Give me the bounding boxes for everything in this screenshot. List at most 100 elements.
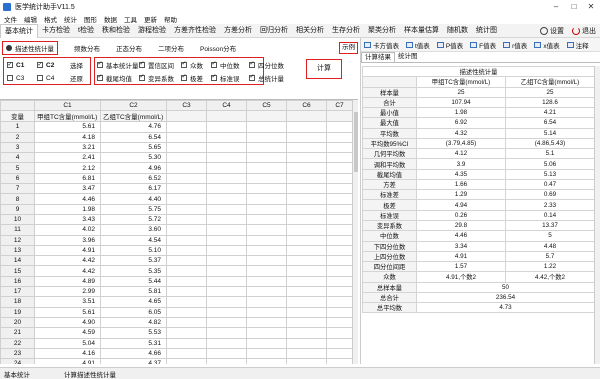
grid-cell[interactable] [206, 244, 247, 257]
grid-cell[interactable]: 5.81 [100, 286, 167, 298]
tab-regression[interactable]: 回归分析 [256, 24, 292, 38]
grid-cell[interactable] [166, 152, 207, 164]
grid-cell[interactable] [246, 162, 287, 174]
grid-cell[interactable] [206, 306, 247, 318]
grid-cell[interactable]: 2.12 [34, 162, 101, 174]
grid-cell[interactable]: 5.61 [34, 121, 101, 133]
grid-cell[interactable] [166, 234, 207, 246]
tab-sample-size[interactable]: 样本量估算 [400, 24, 443, 38]
grid-cell[interactable] [286, 286, 327, 298]
tab-chart[interactable]: 统计图 [472, 24, 501, 38]
results-scrollbar[interactable] [594, 66, 600, 364]
opt-trimmed-mean[interactable]: ✓ 截尾均值 [97, 72, 139, 83]
grid-cell[interactable] [246, 337, 287, 349]
grid-cell[interactable] [206, 183, 247, 195]
tab-cluster[interactable]: 聚类分析 [364, 24, 400, 38]
grid-cell[interactable]: 4.90 [34, 316, 101, 329]
grid-cell[interactable] [166, 213, 207, 226]
checkbox-icon[interactable]: ✓ [211, 61, 217, 68]
grid-cell[interactable]: 5.53 [100, 327, 167, 339]
subtab-normal[interactable]: 正态分布 [116, 43, 142, 53]
grid-cell[interactable] [166, 183, 207, 195]
grid-cell[interactable]: 2.41 [34, 152, 101, 164]
grid-cell[interactable] [206, 162, 247, 174]
grid-cell[interactable]: 3.51 [34, 296, 101, 308]
grid-cell[interactable]: 4.91 [34, 358, 101, 364]
column-c4[interactable]: C4 [37, 72, 54, 84]
grid-cell[interactable] [206, 265, 247, 277]
tab-survival[interactable]: 生存分析 [328, 24, 364, 38]
grid-cell[interactable] [286, 224, 327, 236]
tab-homogeneity[interactable]: 方差齐性检验 [170, 24, 220, 38]
grid-cell[interactable] [326, 286, 353, 298]
menu-tools[interactable]: 工具 [124, 14, 137, 24]
grid-cell[interactable] [246, 193, 287, 205]
checkbox-icon[interactable]: ✓ [139, 61, 145, 68]
grid-cell[interactable]: 6.54 [100, 131, 167, 143]
grid-cell[interactable] [286, 347, 327, 360]
grid-cell[interactable] [286, 183, 327, 195]
grid-cell[interactable] [246, 296, 287, 308]
t-table-button[interactable]: t值表 [406, 40, 430, 50]
grid-cell[interactable]: 4.59 [34, 327, 101, 339]
grid-cell[interactable] [166, 172, 207, 185]
column-header[interactable]: C1 [34, 100, 101, 112]
tab-random[interactable]: 随机数 [443, 24, 472, 38]
tab-stat-chart[interactable]: 统计图 [395, 52, 421, 62]
grid-cell[interactable]: 1.98 [34, 203, 101, 215]
grid-cell[interactable] [206, 193, 247, 205]
grid-cell[interactable]: 4.40 [100, 193, 167, 205]
grid-cell[interactable] [166, 193, 207, 205]
grid-cell[interactable] [326, 255, 353, 267]
opt-ci[interactable]: ✓ 置信区间 [139, 59, 181, 70]
grid-cell[interactable] [206, 152, 247, 164]
grid-cell[interactable]: 3.47 [34, 183, 101, 195]
grid-cell[interactable] [246, 244, 287, 257]
chi-table-button[interactable]: 卡方值表 [364, 40, 399, 50]
grid-cell[interactable] [166, 244, 207, 257]
data-table[interactable]: C1 C2 C3 C4 C5 C6 C7 变量 甲组TC含量(mmol/L) 乙组TC含量(mmo… [0, 100, 353, 364]
grid-cell[interactable]: 6.05 [100, 306, 167, 318]
checkbox-icon[interactable]: ✓ [97, 61, 103, 68]
grid-cell[interactable] [326, 316, 353, 329]
grid-cell[interactable]: 3.21 [34, 141, 101, 154]
grid-cell[interactable] [206, 316, 247, 329]
opt-total[interactable]: ✓ 总统计量 [249, 72, 284, 83]
grid-cell[interactable] [206, 358, 247, 364]
opt-se[interactable]: ✓ 标准误 [211, 72, 245, 83]
grid-cell[interactable]: 4.82 [100, 316, 167, 329]
grid-cell[interactable] [166, 110, 207, 123]
grid-cell[interactable] [286, 110, 327, 123]
f-table-button[interactable]: F值表 [470, 40, 496, 50]
grid-cell[interactable]: 4.91 [34, 244, 101, 257]
grid-cell[interactable] [326, 358, 353, 364]
grid-cell[interactable] [326, 172, 353, 185]
grid-cell[interactable] [326, 152, 353, 164]
grid-cell[interactable]: 4.42 [34, 255, 101, 267]
grid-cell[interactable] [286, 193, 327, 205]
grid-cell[interactable]: 3.96 [34, 234, 101, 246]
grid-cell[interactable] [246, 306, 287, 318]
grid-cell[interactable] [326, 131, 353, 143]
checkbox-icon[interactable]: ✓ [139, 74, 145, 81]
subtab-descriptive[interactable]: 描述性统计量 [2, 41, 58, 55]
tab-chi-square[interactable]: 卡方检验 [38, 24, 74, 38]
opt-mode[interactable]: ✓ 众数 [181, 59, 211, 70]
checkbox-icon[interactable] [37, 75, 43, 81]
grid-cell[interactable] [206, 110, 247, 123]
column-header[interactable]: C3 [166, 100, 207, 112]
column-header[interactable]: C2 [100, 100, 167, 112]
grid-cell[interactable] [326, 183, 353, 195]
column-header[interactable]: C6 [286, 100, 327, 112]
grid-cell[interactable] [166, 224, 207, 236]
opt-range[interactable]: ✓ 极差 [181, 72, 211, 83]
grid-cell[interactable] [286, 275, 327, 288]
column-header[interactable]: C4 [206, 100, 247, 112]
grid-cell[interactable] [286, 162, 327, 174]
checkbox-icon[interactable]: ✓ [249, 74, 255, 81]
checkbox-icon[interactable]: ✓ [249, 61, 255, 68]
grid-cell[interactable] [326, 224, 353, 236]
grid-cell[interactable] [286, 255, 327, 267]
grid-cell[interactable] [246, 121, 287, 133]
grid-cell[interactable]: 4.42 [34, 265, 101, 277]
